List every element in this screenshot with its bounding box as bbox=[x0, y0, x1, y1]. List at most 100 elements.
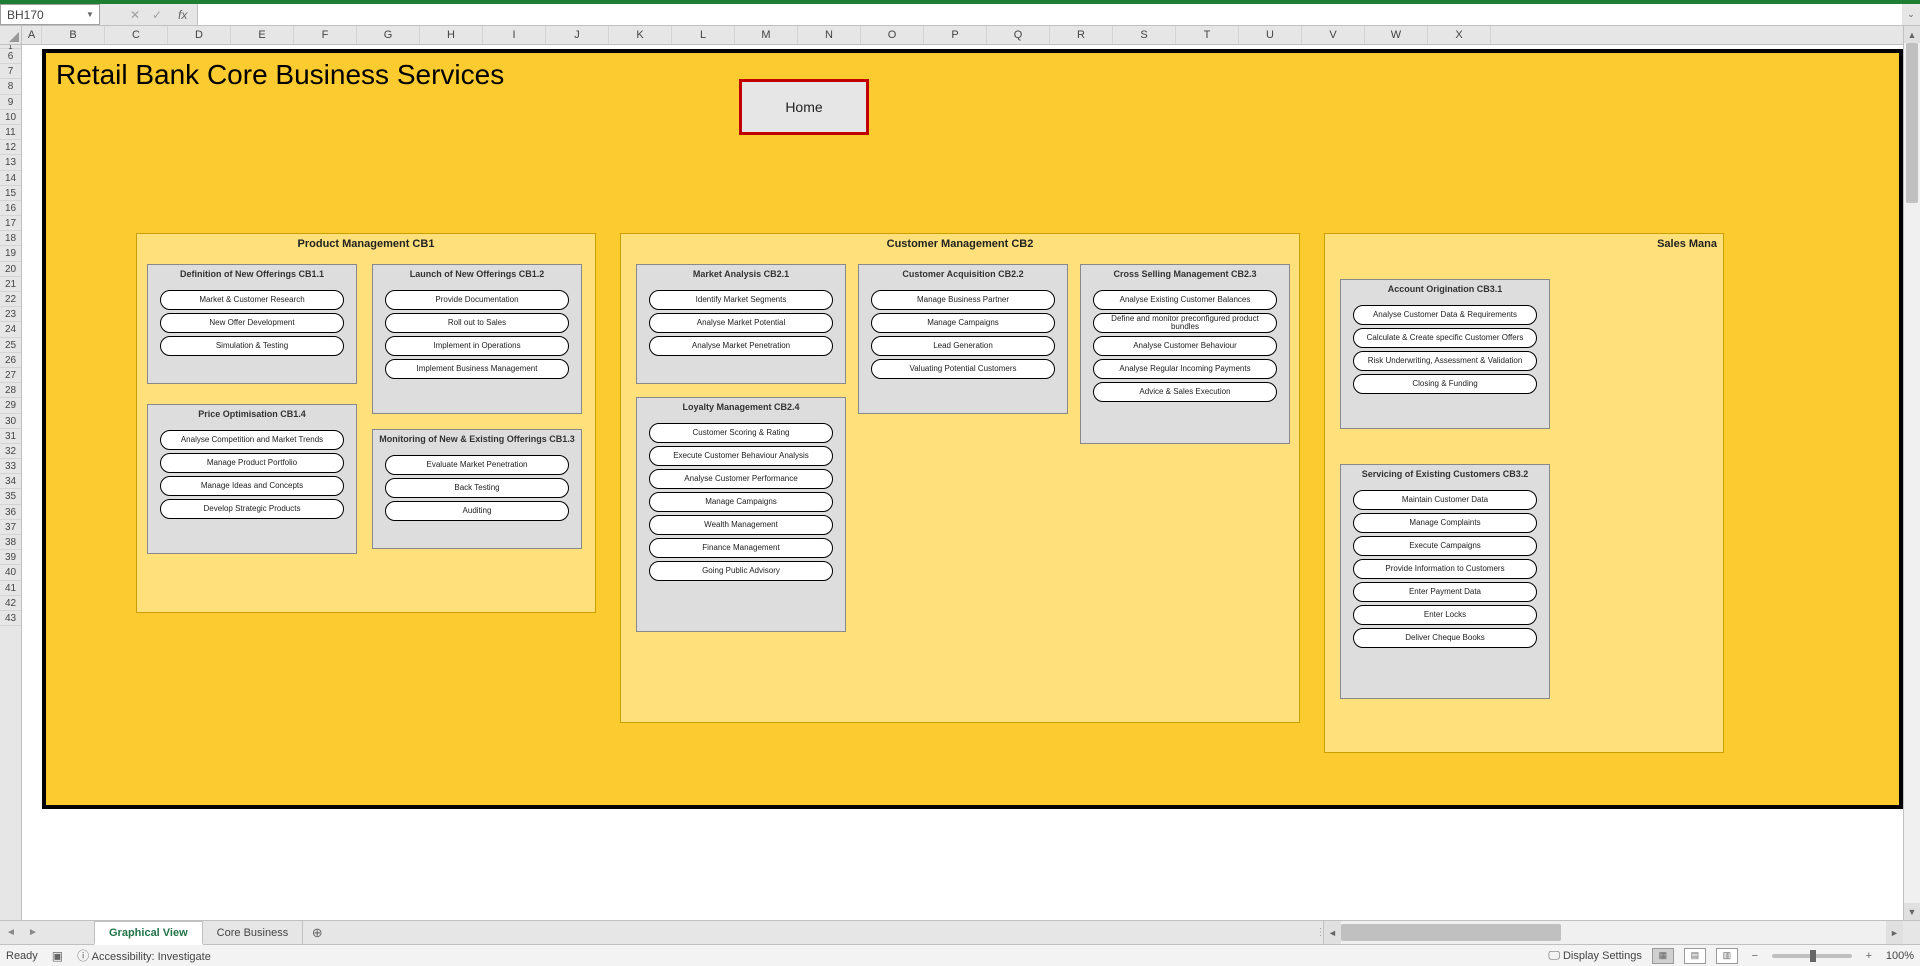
column-header[interactable]: X bbox=[1428, 26, 1491, 44]
column-header[interactable]: M bbox=[735, 26, 798, 44]
row-header[interactable]: 29 bbox=[0, 398, 21, 413]
service-pill[interactable]: Analyse Market Penetration bbox=[649, 336, 832, 356]
select-all-triangle[interactable] bbox=[0, 26, 22, 45]
service-pill[interactable]: Valuating Potential Customers bbox=[871, 359, 1054, 379]
row-header[interactable]: 37 bbox=[0, 520, 21, 535]
row-header[interactable]: 10 bbox=[0, 110, 21, 125]
column-header[interactable]: W bbox=[1365, 26, 1428, 44]
service-pill[interactable]: Manage Campaigns bbox=[649, 492, 832, 512]
service-pill[interactable]: Auditing bbox=[385, 501, 568, 521]
row-header[interactable]: 22 bbox=[0, 292, 21, 307]
zoom-out-icon[interactable]: − bbox=[1748, 950, 1762, 962]
tab-nav-prev-icon[interactable]: ◄ bbox=[0, 921, 22, 944]
column-header[interactable]: J bbox=[546, 26, 609, 44]
column-header[interactable]: F bbox=[294, 26, 357, 44]
row-header[interactable]: 7 bbox=[0, 64, 21, 79]
service-pill[interactable]: Provide Documentation bbox=[385, 290, 568, 310]
vscroll-track[interactable] bbox=[1904, 43, 1920, 903]
row-header[interactable]: 13 bbox=[0, 155, 21, 170]
service-pill[interactable]: Manage Complaints bbox=[1353, 513, 1536, 533]
service-pill[interactable]: Provide Information to Customers bbox=[1353, 559, 1536, 579]
column-header[interactable]: R bbox=[1050, 26, 1113, 44]
service-pill[interactable]: Manage Campaigns bbox=[871, 313, 1054, 333]
service-pill[interactable]: Wealth Management bbox=[649, 515, 832, 535]
service-pill[interactable]: Back Testing bbox=[385, 478, 568, 498]
cancel-formula-icon[interactable]: ✕ bbox=[128, 8, 142, 22]
vscroll-thumb[interactable] bbox=[1906, 43, 1918, 203]
row-header[interactable]: 26 bbox=[0, 353, 21, 368]
row-header[interactable]: 23 bbox=[0, 307, 21, 322]
row-header[interactable]: 33 bbox=[0, 459, 21, 474]
service-pill[interactable]: Evaluate Market Penetration bbox=[385, 455, 568, 475]
row-header[interactable]: 40 bbox=[0, 565, 21, 580]
scroll-right-icon[interactable]: ► bbox=[1886, 921, 1903, 944]
row-header[interactable]: 34 bbox=[0, 474, 21, 489]
macro-record-icon[interactable]: ▣ bbox=[52, 949, 63, 963]
view-page-break-icon[interactable]: ▥ bbox=[1716, 948, 1738, 964]
column-header[interactable]: D bbox=[168, 26, 231, 44]
row-header[interactable]: 42 bbox=[0, 596, 21, 611]
service-pill[interactable]: Analyse Existing Customer Balances bbox=[1093, 290, 1276, 310]
scroll-down-icon[interactable]: ▼ bbox=[1904, 903, 1920, 920]
row-header[interactable]: 38 bbox=[0, 535, 21, 550]
row-header[interactable]: 9 bbox=[0, 95, 21, 110]
view-page-layout-icon[interactable]: ▤ bbox=[1684, 948, 1706, 964]
enter-formula-icon[interactable]: ✓ bbox=[150, 8, 164, 22]
row-header[interactable]: 43 bbox=[0, 611, 21, 626]
service-pill[interactable]: Customer Scoring & Rating bbox=[649, 423, 832, 443]
hscroll-track[interactable] bbox=[1341, 921, 1886, 944]
service-pill[interactable]: Manage Business Partner bbox=[871, 290, 1054, 310]
display-settings[interactable]: 🖵 Display Settings bbox=[1548, 948, 1642, 963]
column-header[interactable]: P bbox=[924, 26, 987, 44]
service-pill[interactable]: Market & Customer Research bbox=[160, 290, 343, 310]
row-header[interactable]: 36 bbox=[0, 505, 21, 520]
row-header[interactable]: 6 bbox=[0, 49, 21, 64]
service-pill[interactable]: Develop Strategic Products bbox=[160, 499, 343, 519]
column-header[interactable]: A bbox=[22, 26, 42, 44]
row-header[interactable]: 28 bbox=[0, 383, 21, 398]
row-header[interactable]: 21 bbox=[0, 277, 21, 292]
row-header[interactable]: 14 bbox=[0, 171, 21, 186]
service-pill[interactable]: Implement Business Management bbox=[385, 359, 568, 379]
add-sheet-icon[interactable]: ⊕ bbox=[303, 921, 331, 944]
service-pill[interactable]: Analyse Regular Incoming Payments bbox=[1093, 359, 1276, 379]
service-pill[interactable]: Analyse Customer Behaviour bbox=[1093, 336, 1276, 356]
formula-input[interactable] bbox=[197, 4, 1902, 25]
column-header[interactable]: Q bbox=[987, 26, 1050, 44]
service-pill[interactable]: Finance Management bbox=[649, 538, 832, 558]
name-box[interactable]: BH170 ▼ bbox=[0, 4, 100, 25]
service-pill[interactable]: Execute Campaigns bbox=[1353, 536, 1536, 556]
column-header[interactable]: E bbox=[231, 26, 294, 44]
service-pill[interactable]: Identify Market Segments bbox=[649, 290, 832, 310]
column-header[interactable]: K bbox=[609, 26, 672, 44]
horizontal-scrollbar[interactable]: ◄ ► bbox=[1323, 921, 1903, 944]
name-box-dropdown-icon[interactable]: ▼ bbox=[83, 7, 97, 22]
column-header[interactable]: N bbox=[798, 26, 861, 44]
row-header[interactable]: 12 bbox=[0, 140, 21, 155]
row-header[interactable]: 30 bbox=[0, 414, 21, 429]
fx-icon[interactable]: fx bbox=[172, 8, 187, 22]
service-pill[interactable]: Risk Underwriting, Assessment & Validati… bbox=[1353, 351, 1536, 371]
row-header[interactable]: 18 bbox=[0, 231, 21, 246]
service-pill[interactable]: Going Public Advisory bbox=[649, 561, 832, 581]
column-header[interactable]: L bbox=[672, 26, 735, 44]
service-pill[interactable]: Lead Generation bbox=[871, 336, 1054, 356]
home-button[interactable]: Home bbox=[739, 79, 869, 135]
column-header[interactable]: S bbox=[1113, 26, 1176, 44]
service-pill[interactable]: Deliver Cheque Books bbox=[1353, 628, 1536, 648]
row-header[interactable]: 20 bbox=[0, 262, 21, 277]
scroll-left-icon[interactable]: ◄ bbox=[1324, 921, 1341, 944]
status-accessibility[interactable]: ⓘ Accessibility: Investigate bbox=[77, 947, 211, 964]
row-header[interactable]: 19 bbox=[0, 246, 21, 261]
row-header[interactable]: 17 bbox=[0, 216, 21, 231]
service-pill[interactable]: Closing & Funding bbox=[1353, 374, 1536, 394]
service-pill[interactable]: Calculate & Create specific Customer Off… bbox=[1353, 328, 1536, 348]
column-header[interactable]: B bbox=[42, 26, 105, 44]
service-pill[interactable]: Simulation & Testing bbox=[160, 336, 343, 356]
service-pill[interactable]: Enter Locks bbox=[1353, 605, 1536, 625]
scroll-up-icon[interactable]: ▲ bbox=[1904, 26, 1920, 43]
zoom-in-icon[interactable]: + bbox=[1862, 950, 1876, 962]
row-header[interactable]: 11 bbox=[0, 125, 21, 140]
row-header[interactable]: 31 bbox=[0, 429, 21, 444]
column-header[interactable]: O bbox=[861, 26, 924, 44]
